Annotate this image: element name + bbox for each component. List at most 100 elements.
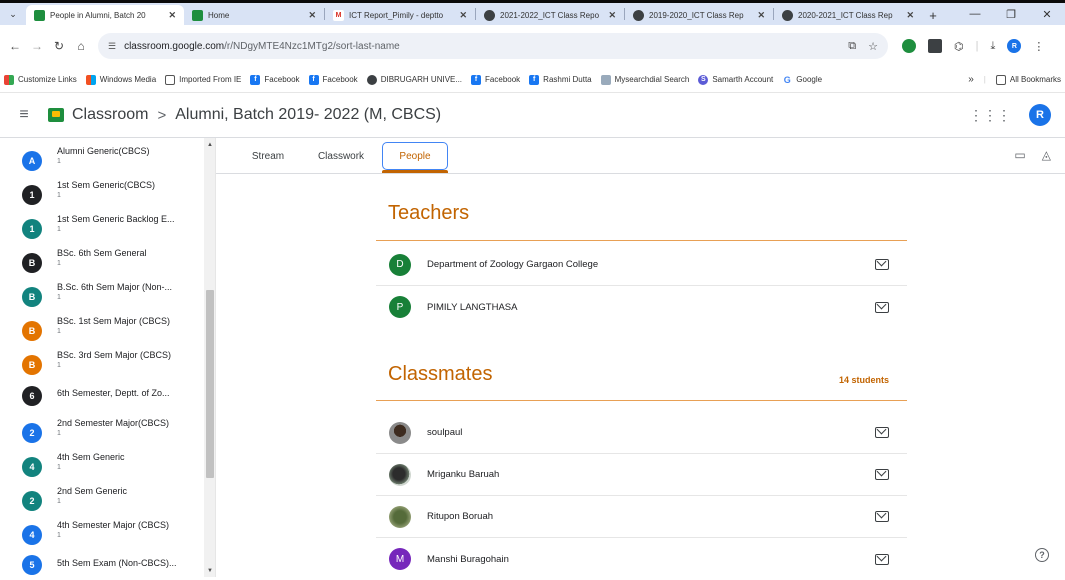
email-icon[interactable]	[875, 469, 889, 480]
email-icon[interactable]	[875, 553, 889, 565]
student-row[interactable]: M Manshi Buragohain	[376, 538, 907, 580]
forward-icon[interactable]: →	[26, 39, 48, 53]
browser-tab-active[interactable]: People in Alumni, Batch 20 ✕	[26, 5, 184, 25]
restore-button[interactable]: ❐	[993, 8, 1029, 21]
bookmark-item[interactable]: Imported From IE	[165, 74, 241, 85]
tab-stream[interactable]: Stream	[238, 142, 298, 170]
browser-tab[interactable]: M ICT Report_Pimily - deptto ✕	[325, 5, 475, 25]
sidebar-class-item[interactable]: A Alumni Generic(CBCS) 1	[0, 146, 204, 179]
class-avatar: B	[22, 355, 42, 375]
bookmark-label: Mysearchdial Search	[614, 75, 690, 84]
sidebar-class-item[interactable]: B BSc. 1st Sem Major (CBCS) 1	[0, 316, 204, 349]
close-window-button[interactable]: ✕	[1029, 8, 1065, 21]
tab-people[interactable]: People	[382, 142, 448, 170]
bookmark-item[interactable]: f Rashmi Dutta	[529, 74, 592, 85]
bookmark-item[interactable]: f Facebook	[308, 74, 358, 85]
sidebar-class-item[interactable]: 4 4th Sem Generic 1	[0, 452, 204, 485]
sidebar-class-item[interactable]: 4 4th Semester Major (CBCS) 1	[0, 520, 204, 553]
bookmark-item[interactable]: Customize Links	[4, 74, 77, 85]
class-avatar: 5	[22, 555, 42, 575]
scroll-up-arrow-icon[interactable]: ▲	[206, 142, 214, 148]
sidebar-class-item[interactable]: 6 6th Semester, Deptt. of Zo...	[0, 386, 204, 421]
teacher-avatar: P	[389, 296, 411, 318]
close-tab-icon[interactable]: ✕	[906, 10, 914, 21]
course-title[interactable]: Alumni, Batch 2019- 2022 (M, CBCS)	[175, 106, 441, 124]
close-tab-icon[interactable]: ✕	[168, 10, 176, 21]
main-menu-icon[interactable]: ≡	[0, 106, 48, 124]
close-tab-icon[interactable]: ✕	[459, 10, 467, 21]
classmates-divider	[376, 400, 907, 401]
toolbar-divider: |	[975, 40, 979, 52]
sidebar-class-item[interactable]: B BSc. 3rd Sem Major (CBCS) 1	[0, 350, 204, 383]
help-icon[interactable]: ?	[1035, 548, 1049, 562]
minimize-button[interactable]: —	[957, 8, 993, 20]
bookmark-item[interactable]: f Facebook	[471, 74, 520, 85]
email-icon[interactable]	[875, 259, 889, 270]
bookmark-star-icon[interactable]: ☆	[868, 40, 878, 53]
facebook-icon: f	[308, 74, 319, 85]
close-tab-icon[interactable]: ✕	[757, 10, 765, 21]
close-tab-icon[interactable]: ✕	[308, 10, 316, 21]
app-title[interactable]: Classroom	[72, 106, 148, 124]
classroom-logo-icon[interactable]	[48, 108, 64, 122]
all-bookmarks-button[interactable]: All Bookmarks	[995, 74, 1061, 85]
calendar-icon[interactable]: ▭	[1014, 148, 1025, 162]
teacher-row[interactable]: D Department of Zoology Gargaon College	[376, 244, 907, 286]
student-row[interactable]: Ritupon Boruah	[376, 496, 907, 538]
scroll-down-arrow-icon[interactable]: ▼	[206, 568, 214, 574]
email-icon[interactable]	[875, 301, 889, 313]
browser-menu-icon[interactable]: ⋮	[1033, 40, 1044, 53]
bookmark-item[interactable]: Windows Media	[85, 74, 156, 85]
facebook-icon: f	[471, 74, 482, 85]
student-row[interactable]: Mriganku Baruah	[376, 454, 907, 496]
extensions-puzzle-icon[interactable]: ⌬	[954, 40, 964, 53]
back-icon[interactable]: ←	[4, 39, 26, 53]
class-name: 1st Sem Generic(CBCS)	[57, 180, 156, 190]
new-tab-button[interactable]: +	[922, 5, 944, 25]
extension-icon[interactable]	[902, 39, 916, 53]
sidebar-class-item[interactable]: 5 5th Sem Exam (Non-CBCS)...	[0, 555, 204, 577]
downloads-icon[interactable]: ⤓	[990, 40, 995, 53]
browser-tab[interactable]: 2019-2020_ICT Class Rep ✕	[625, 5, 773, 25]
bookmark-item[interactable]: G Google	[782, 74, 823, 85]
email-icon[interactable]	[875, 427, 889, 438]
account-avatar[interactable]: R	[1029, 104, 1051, 126]
sidebar-class-item[interactable]: 1 1st Sem Generic(CBCS) 1	[0, 180, 204, 213]
bookmark-item[interactable]: S Samarth Account	[698, 74, 773, 85]
sidebar-class-item[interactable]: 1 1st Sem Generic Backlog E... 1	[0, 214, 204, 247]
sidebar-class-item[interactable]: 2 2nd Semester Major(CBCS) 1	[0, 418, 204, 451]
home-icon[interactable]: ⌂	[70, 39, 92, 53]
browser-tab[interactable]: 2021-2022_ICT Class Repo ✕	[476, 5, 624, 25]
bookmark-label: Google	[796, 75, 823, 84]
url-input[interactable]: ☰ classroom.google.com/r/NDgyMTE4Nzc1MTg…	[98, 33, 888, 59]
google-apps-icon[interactable]: ⋮⋮⋮	[969, 107, 1011, 124]
student-row[interactable]: soulpaul	[376, 412, 907, 454]
browser-tab[interactable]: Home ✕	[184, 5, 324, 25]
sidebar-class-item[interactable]: B BSc. 6th Sem General 1	[0, 248, 204, 281]
bookmarks-divider: |	[983, 75, 986, 84]
samarth-icon: S	[698, 74, 709, 85]
bookmark-item[interactable]: f Facebook	[250, 74, 300, 85]
teacher-row[interactable]: P PIMILY LANGTHASA	[376, 286, 907, 328]
bookmark-item[interactable]: DIBRUGARH UNIVE...	[366, 74, 462, 85]
class-avatar: 2	[22, 423, 42, 443]
app-header: ≡ Classroom > Alumni, Batch 2019- 2022 (…	[0, 93, 1065, 138]
tab-classwork[interactable]: Classwork	[308, 142, 374, 170]
profile-avatar[interactable]: R	[1007, 39, 1022, 53]
sidebar-class-item[interactable]: B B.Sc. 6th Sem Major (Non-... 1	[0, 282, 204, 315]
bookmark-label: Rashmi Dutta	[543, 75, 592, 84]
bookmarks-overflow-button[interactable]: »	[968, 74, 974, 85]
site-info-icon[interactable]: ☰	[108, 41, 116, 52]
email-icon[interactable]	[875, 511, 889, 522]
reload-icon[interactable]: ↻	[48, 39, 70, 53]
install-app-icon[interactable]: ⧉	[848, 40, 856, 53]
drive-icon[interactable]: ◬	[1042, 148, 1051, 162]
browser-tab[interactable]: 2020-2021_ICT Class Rep ✕	[774, 5, 922, 25]
extension-icon[interactable]	[928, 39, 942, 53]
close-tab-icon[interactable]: ✕	[608, 10, 616, 21]
sidebar-scroll-thumb[interactable]	[206, 290, 214, 478]
tab-search-chevron-icon[interactable]: ⌄	[0, 3, 26, 25]
sidebar-class-item[interactable]: 2 2nd Sem Generic 1	[0, 486, 204, 519]
student-photo-avatar	[389, 463, 411, 486]
bookmark-item[interactable]: Mysearchdial Search	[600, 74, 690, 85]
